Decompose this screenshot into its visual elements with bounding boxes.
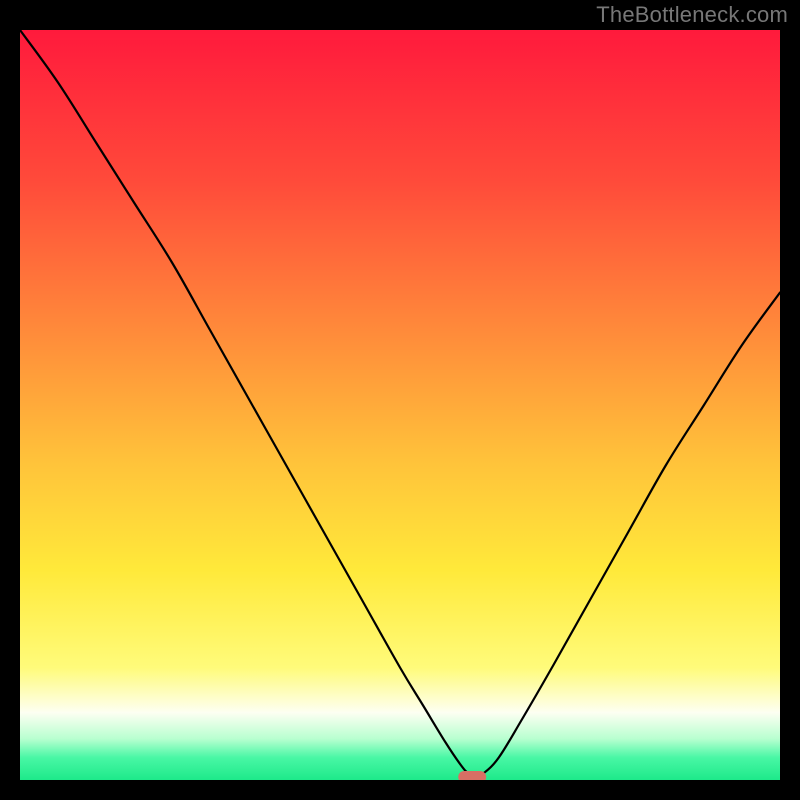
watermark-text: TheBottleneck.com [596, 2, 788, 28]
optimal-marker [458, 771, 486, 780]
plot-svg [20, 30, 780, 780]
plot-area [20, 30, 780, 780]
chart-frame: TheBottleneck.com [0, 0, 800, 800]
